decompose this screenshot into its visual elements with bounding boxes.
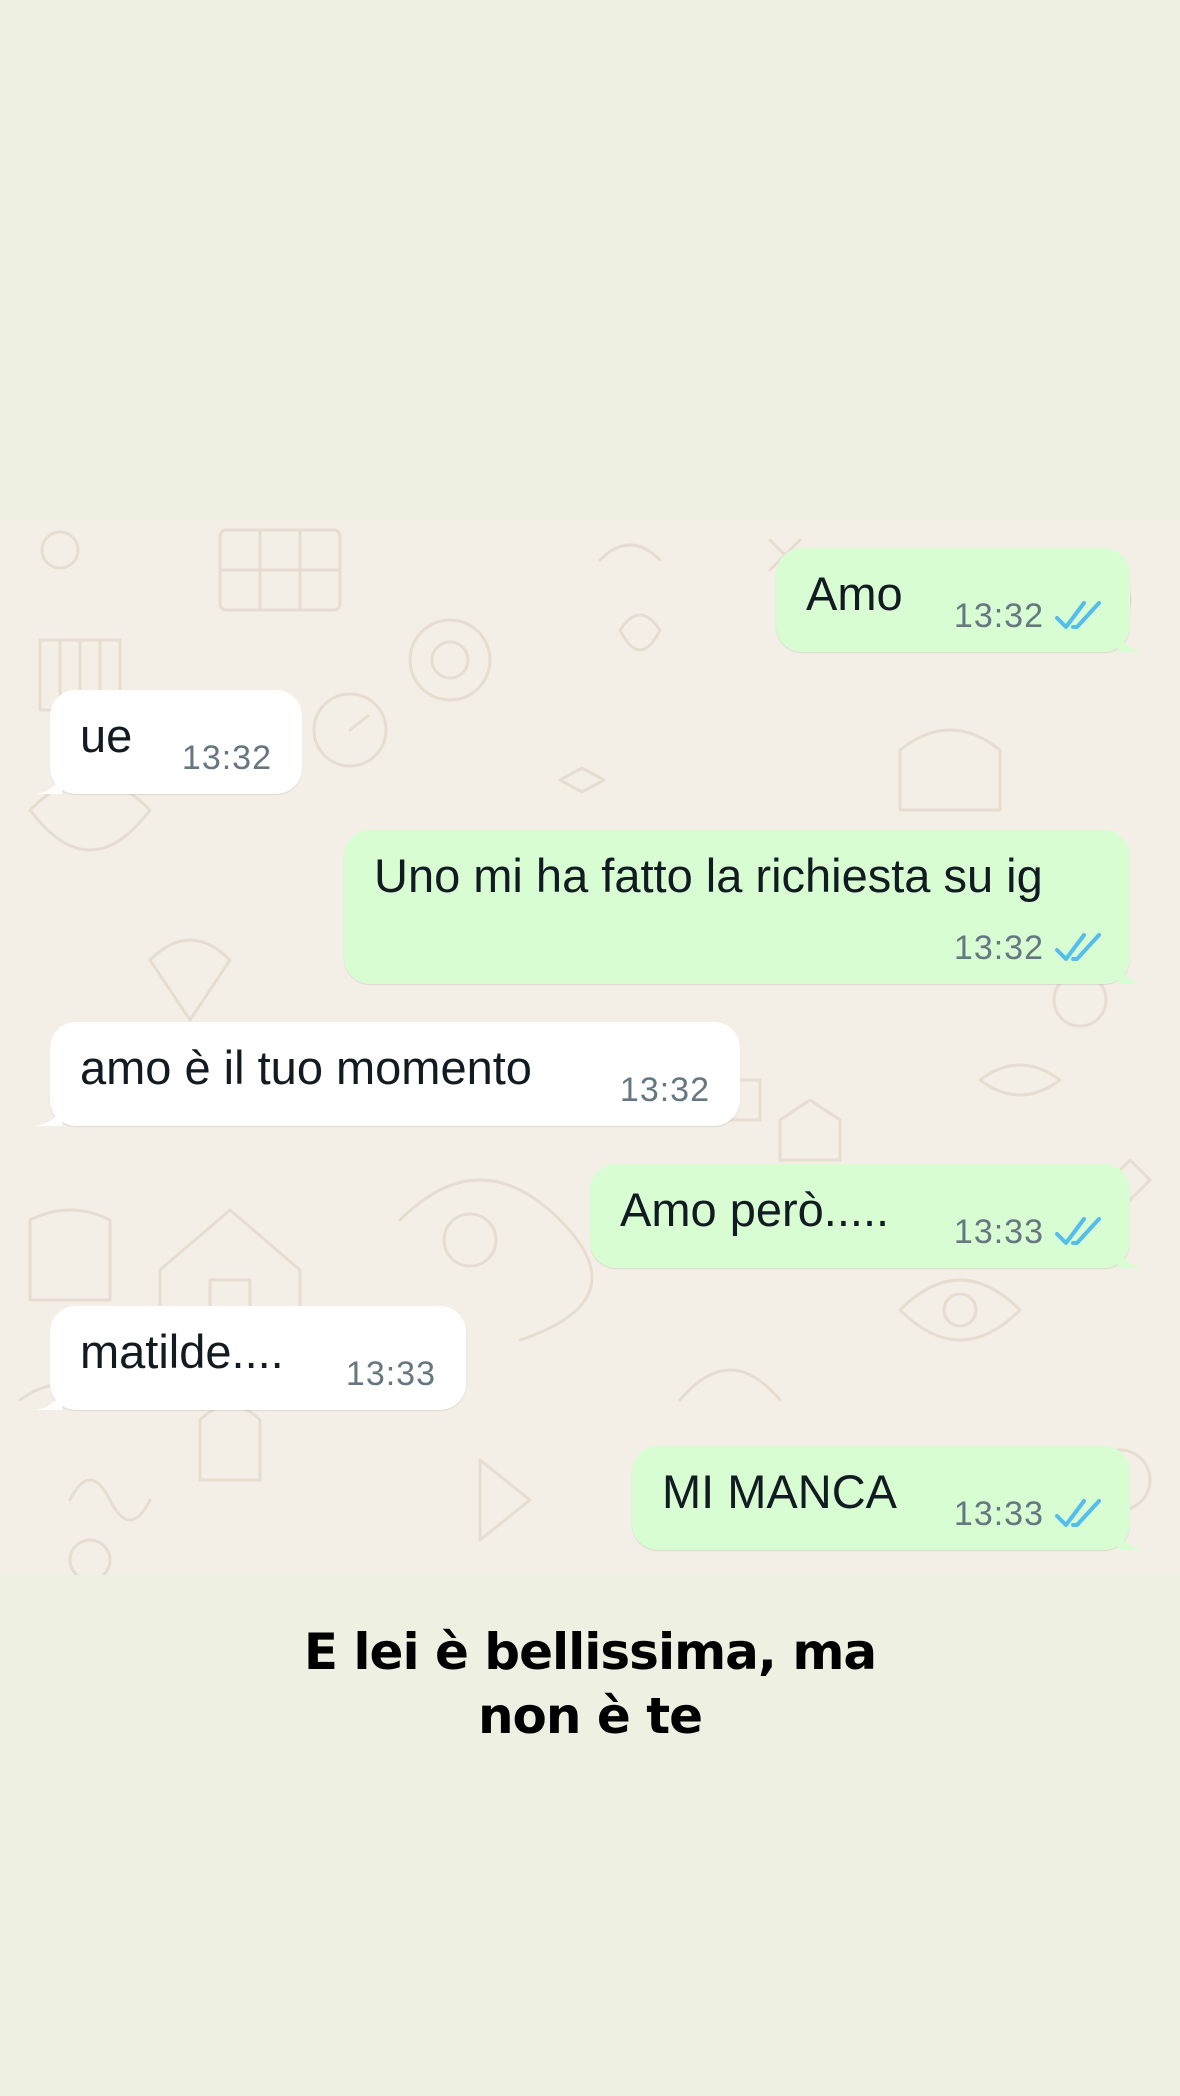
- double-check-icon: [1055, 1217, 1101, 1245]
- message-text: Amo: [806, 567, 903, 620]
- message-meta: 13:32: [954, 596, 1102, 636]
- message-time: 13:32: [953, 596, 1044, 635]
- bubble-tail: [1118, 962, 1144, 984]
- message-time: 13:32: [953, 928, 1044, 967]
- message-bubble-outgoing[interactable]: Amo 13:32: [776, 548, 1144, 652]
- message-meta: 13:33: [954, 1494, 1102, 1534]
- story-caption: E lei è bellissima, ma non è te: [0, 1620, 1180, 1748]
- message-bubble-incoming[interactable]: amo è il tuo momento 13:32: [36, 1022, 740, 1126]
- message-bubble-incoming[interactable]: matilde.... 13:33: [36, 1306, 466, 1410]
- message-time: 13:33: [953, 1494, 1044, 1533]
- message-time: 13:32: [619, 1070, 710, 1109]
- message-meta: 13:33: [346, 1354, 436, 1394]
- bubble-tail: [1118, 1528, 1144, 1550]
- message-meta: 13:32: [954, 928, 1102, 968]
- bubble-tail: [36, 1104, 62, 1126]
- message-text: amo è il tuo momento: [80, 1041, 532, 1094]
- message-time: 13:33: [345, 1354, 436, 1393]
- double-check-icon: [1055, 1499, 1101, 1527]
- bubble-tail: [1118, 1246, 1144, 1268]
- caption-line-2: non è te: [477, 1687, 703, 1745]
- message-time: 13:33: [953, 1212, 1044, 1251]
- double-check-icon: [1055, 933, 1101, 961]
- message-text: MI MANCA: [662, 1465, 897, 1518]
- message-bubble-outgoing[interactable]: MI MANCA 13:33: [632, 1446, 1144, 1550]
- message-text: Uno mi ha fatto la richiesta su ig: [374, 849, 1043, 902]
- message-bubble-incoming[interactable]: ue 13:32: [36, 690, 302, 794]
- message-time: 13:32: [181, 738, 272, 777]
- bubble-tail: [36, 1388, 62, 1410]
- message-meta: 13:33: [954, 1212, 1102, 1252]
- message-meta: 13:32: [182, 738, 272, 778]
- message-text: ue: [80, 709, 133, 762]
- bubble-tail: [1118, 630, 1144, 652]
- double-check-icon: [1055, 601, 1101, 629]
- caption-line-1: E lei è bellissima, ma: [303, 1623, 877, 1681]
- message-text: Amo però.....: [620, 1183, 890, 1236]
- message-bubble-outgoing[interactable]: Amo però..... 13:33: [590, 1164, 1144, 1268]
- message-meta: 13:32: [620, 1070, 710, 1110]
- chat-panel: Amo 13:32 ue 13:32 Uno mi ha fatto la ri…: [0, 520, 1180, 1575]
- bubble-tail: [36, 772, 62, 794]
- message-text: matilde....: [80, 1325, 284, 1378]
- message-bubble-outgoing[interactable]: Uno mi ha fatto la richiesta su ig 13:32: [344, 830, 1144, 984]
